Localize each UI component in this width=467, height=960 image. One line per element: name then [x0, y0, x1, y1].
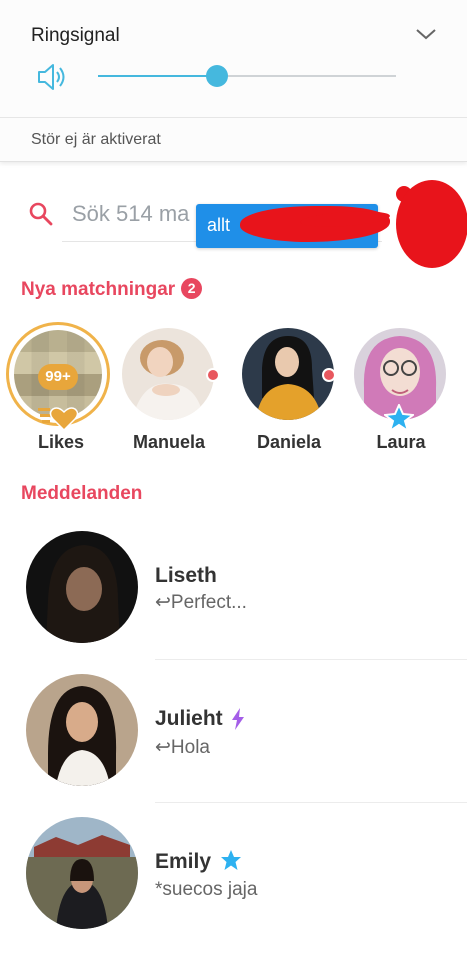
boost-bolt-icon [232, 708, 244, 730]
slider-fill [98, 75, 218, 77]
slider-thumb[interactable] [206, 65, 229, 87]
match-avatar [242, 328, 334, 420]
likes-heart-icon [38, 407, 78, 432]
volume-slider[interactable] [98, 64, 396, 88]
volume-title: Ringsignal [31, 25, 120, 46]
online-indicator [206, 368, 220, 382]
contact-name: Liseth [155, 564, 217, 587]
new-matches-count-badge: 2 [181, 278, 203, 299]
message-preview: ↩Hola [155, 737, 210, 758]
screen: Ringsignal Stör ej är aktiverat allt sju… [0, 0, 467, 960]
message-row[interactable]: Liseth ↩Perfect... [0, 517, 467, 660]
match-item[interactable]: Manuela [110, 322, 220, 452]
likes-label: Likes [37, 432, 85, 452]
message-avatar [26, 817, 138, 929]
match-item[interactable]: Daniela [230, 322, 340, 452]
message-avatar [26, 674, 138, 786]
message-row[interactable]: Julieht ↩Hola [0, 660, 467, 803]
likes-count-badge: 99+ [38, 364, 78, 390]
new-matches-label: Nya matchningar [21, 279, 176, 300]
messages-heading: Meddelanden [21, 483, 143, 504]
message-row[interactable]: Emily *suecos jaja [0, 803, 467, 946]
online-indicator [322, 368, 336, 382]
message-preview: *suecos jaja [155, 879, 258, 900]
new-matches-heading: Nya matchningar 2 [21, 278, 203, 301]
chevron-down-icon[interactable] [414, 24, 438, 44]
match-avatar [122, 328, 214, 420]
match-item[interactable]: Laura [342, 322, 452, 452]
super-like-star-icon [384, 404, 414, 432]
divider [0, 117, 467, 118]
redaction-mark [396, 180, 467, 268]
message-preview: ↩Perfect... [155, 592, 247, 613]
match-name: Laura [376, 432, 426, 452]
contact-name: Emily [155, 850, 212, 873]
match-name: Manuela [132, 432, 206, 452]
likes-card[interactable]: 99+ Likes [2, 322, 112, 452]
search-icon [29, 202, 53, 226]
message-avatar [26, 531, 138, 643]
dnd-label[interactable]: Stör ej är aktiverat [31, 131, 161, 149]
super-like-star-icon [221, 850, 241, 870]
volume-panel: Ringsignal Stör ej är aktiverat [0, 0, 467, 162]
speaker-icon[interactable] [35, 60, 69, 94]
tooltip-text: allt [207, 215, 231, 235]
contact-name: Julieht [155, 707, 223, 730]
match-name: Daniela [256, 432, 322, 452]
